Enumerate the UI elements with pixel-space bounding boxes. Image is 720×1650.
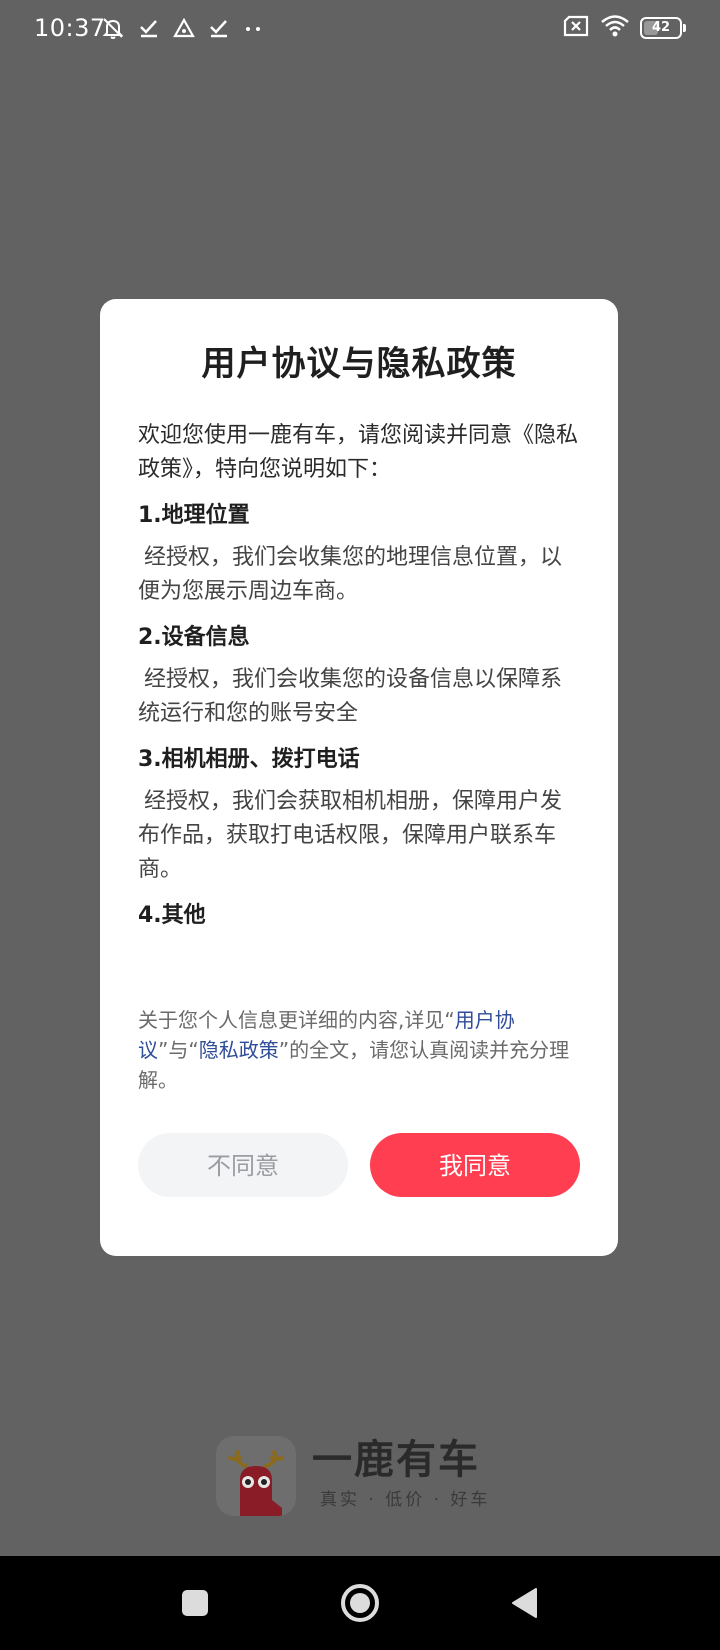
section-title-camera: 3.相机相册、拨打电话 xyxy=(138,747,360,772)
dialog-body: 欢迎您使用一鹿有车，请您阅读并同意《隐私政策》，特向您说明如下： 1.地理位置 … xyxy=(138,419,580,941)
status-bar: 10:37 42 xyxy=(0,0,720,56)
section-title-location: 1.地理位置 xyxy=(138,503,250,528)
section-title-other: 4.其他 xyxy=(138,903,206,928)
alert-triangle-icon xyxy=(172,17,196,39)
check-icon xyxy=(138,17,160,39)
brand-name: 一鹿有车 xyxy=(312,1437,480,1483)
mute-bell-icon xyxy=(100,15,126,41)
dialog-intro: 欢迎您使用一鹿有车，请您阅读并同意《隐私政策》，特向您说明如下： xyxy=(138,423,579,482)
deer-logo-icon xyxy=(216,1436,296,1516)
sim-disabled-icon xyxy=(562,14,590,42)
dialog-title: 用户协议与隐私政策 xyxy=(201,344,517,384)
section-text-location: 经授权，我们会收集您的地理信息位置，以便为您展示周边车商。 xyxy=(138,545,563,604)
section-text-camera: 经授权，我们会获取相机相册，保障用户发布作品，获取打电话权限，保障用户联系车商。 xyxy=(138,789,563,882)
more-dots-icon xyxy=(242,17,264,39)
battery-level: 42 xyxy=(651,20,671,35)
dialog-footer-note: 关于您个人信息更详细的内容,详见“用户协议”与“隐私政策”的全文，请您认真阅读并… xyxy=(138,1008,570,1092)
status-time: 10:37 xyxy=(34,14,106,42)
status-icons-left xyxy=(100,14,264,42)
wifi-icon xyxy=(600,14,630,42)
navigation-bar xyxy=(0,1556,720,1650)
recent-apps-icon[interactable] xyxy=(170,1578,220,1628)
home-icon[interactable] xyxy=(335,1578,385,1628)
splash-logo: 一鹿有车 真实 · 低价 · 好车 xyxy=(216,1436,516,1518)
privacy-dialog: 用户协议与隐私政策 欢迎您使用一鹿有车，请您阅读并同意《隐私政策》，特向您说明如… xyxy=(100,299,618,1256)
disagree-button[interactable]: 不同意 xyxy=(138,1133,348,1197)
section-title-device: 2.设备信息 xyxy=(138,625,250,650)
privacy-policy-link[interactable]: 隐私政策 xyxy=(199,1038,279,1062)
brand-slogan: 真实 · 低价 · 好车 xyxy=(320,1490,491,1510)
section-text-device: 经授权，我们会收集您的设备信息以保障系统运行和您的账号安全 xyxy=(138,667,563,726)
battery-icon: 42 xyxy=(640,17,686,39)
agree-button[interactable]: 我同意 xyxy=(370,1133,580,1197)
status-icons-right: 42 xyxy=(562,14,686,42)
check-icon xyxy=(208,17,230,39)
back-icon[interactable] xyxy=(500,1578,550,1628)
